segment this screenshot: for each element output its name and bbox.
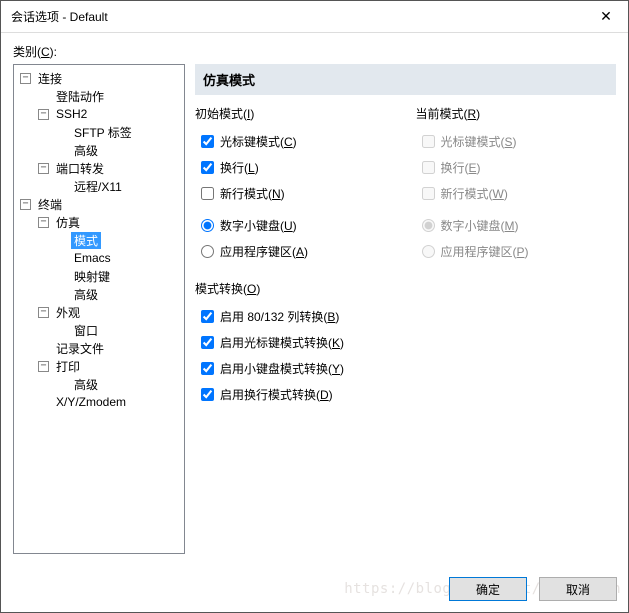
tree-item-ssh2[interactable]: SSH2 [53,107,90,121]
enable-keypad-switch-checkbox[interactable]: 启用小键盘模式转换(Y) [195,355,616,381]
cursor-key-mode-r-checkbox: 光标键模式(S) [416,128,617,154]
newline-mode-r-checkbox: 新行模式(W) [416,180,617,206]
tree-item-terminal[interactable]: 终端 [35,196,65,213]
tree-toggle-icon[interactable]: − [38,307,49,318]
tree-toggle-icon[interactable]: − [38,217,49,228]
current-mode-group: 当前模式(R) 光标键模式(S) 换行(E) 新行模式(W) 数字小键盘(M) … [416,105,617,264]
dialog-footer: 确定 取消 [449,577,617,601]
numeric-keypad-r-radio: 数字小键盘(M) [416,212,617,238]
tree-item-logfile[interactable]: 记录文件 [53,340,107,357]
category-label: 类别(C): [13,43,616,60]
app-keypad-r-radio: 应用程序键区(P) [416,238,617,264]
tree-toggle-icon[interactable]: − [20,199,31,210]
settings-panel: 仿真模式 初始模式(I) 光标键模式(C) 换行(L) 新行模式(N) 数字小键… [195,64,616,554]
tree-item-appearance[interactable]: 外观 [53,304,83,321]
tree-item-emacs[interactable]: Emacs [71,251,114,265]
enable-cursor-switch-checkbox[interactable]: 启用光标键模式转换(K) [195,329,616,355]
tree-toggle-icon[interactable]: − [20,73,31,84]
tree-item-mapkeys[interactable]: 映射键 [71,268,113,285]
tree-item-window[interactable]: 窗口 [71,322,101,339]
tree-item-mode[interactable]: 模式 [71,232,101,249]
cancel-button[interactable]: 取消 [539,577,617,601]
tree-item-remote[interactable]: 远程/X11 [71,178,125,195]
cursor-key-mode-checkbox[interactable]: 光标键模式(C) [195,128,396,154]
initial-mode-group: 初始模式(I) 光标键模式(C) 换行(L) 新行模式(N) 数字小键盘(U) … [195,105,396,264]
window-title: 会话选项 - Default [11,8,108,25]
tree-item-ssh-advanced[interactable]: 高级 [71,142,101,159]
tree-item-emulation[interactable]: 仿真 [53,214,83,231]
tree-item-xyz[interactable]: X/Y/Zmodem [53,395,129,409]
tree-item-print[interactable]: 打印 [53,358,83,375]
panel-heading: 仿真模式 [195,64,616,95]
category-tree[interactable]: −连接 登陆动作 −SSH2 SFTP 标签 高级 [13,64,185,554]
close-button[interactable]: ✕ [584,2,628,32]
tree-item-logon[interactable]: 登陆动作 [53,88,107,105]
ok-button[interactable]: 确定 [449,577,527,601]
tree-item-sftp[interactable]: SFTP 标签 [71,124,135,141]
enable-80-132-checkbox[interactable]: 启用 80/132 列转换(B) [195,303,616,329]
tree-toggle-icon[interactable]: − [38,361,49,372]
tree-item-connection[interactable]: 连接 [35,70,65,87]
mode-switch-label: 模式转换(O) [195,280,616,297]
numeric-keypad-radio[interactable]: 数字小键盘(U) [195,212,396,238]
tree-item-term-advanced[interactable]: 高级 [71,286,101,303]
mode-switch-group: 模式转换(O) 启用 80/132 列转换(B) 启用光标键模式转换(K) 启用… [195,280,616,407]
tree-toggle-icon[interactable]: − [38,163,49,174]
initial-mode-label: 初始模式(I) [195,105,396,122]
newline-r-checkbox: 换行(E) [416,154,617,180]
app-keypad-radio[interactable]: 应用程序键区(A) [195,238,396,264]
title-bar: 会话选项 - Default ✕ [1,1,628,33]
newline-mode-checkbox[interactable]: 新行模式(N) [195,180,396,206]
current-mode-label: 当前模式(R) [416,105,617,122]
newline-checkbox[interactable]: 换行(L) [195,154,396,180]
tree-item-print-advanced[interactable]: 高级 [71,376,101,393]
tree-toggle-icon[interactable]: − [38,109,49,120]
enable-newline-switch-checkbox[interactable]: 启用换行模式转换(D) [195,381,616,407]
tree-item-portfwd[interactable]: 端口转发 [53,160,107,177]
